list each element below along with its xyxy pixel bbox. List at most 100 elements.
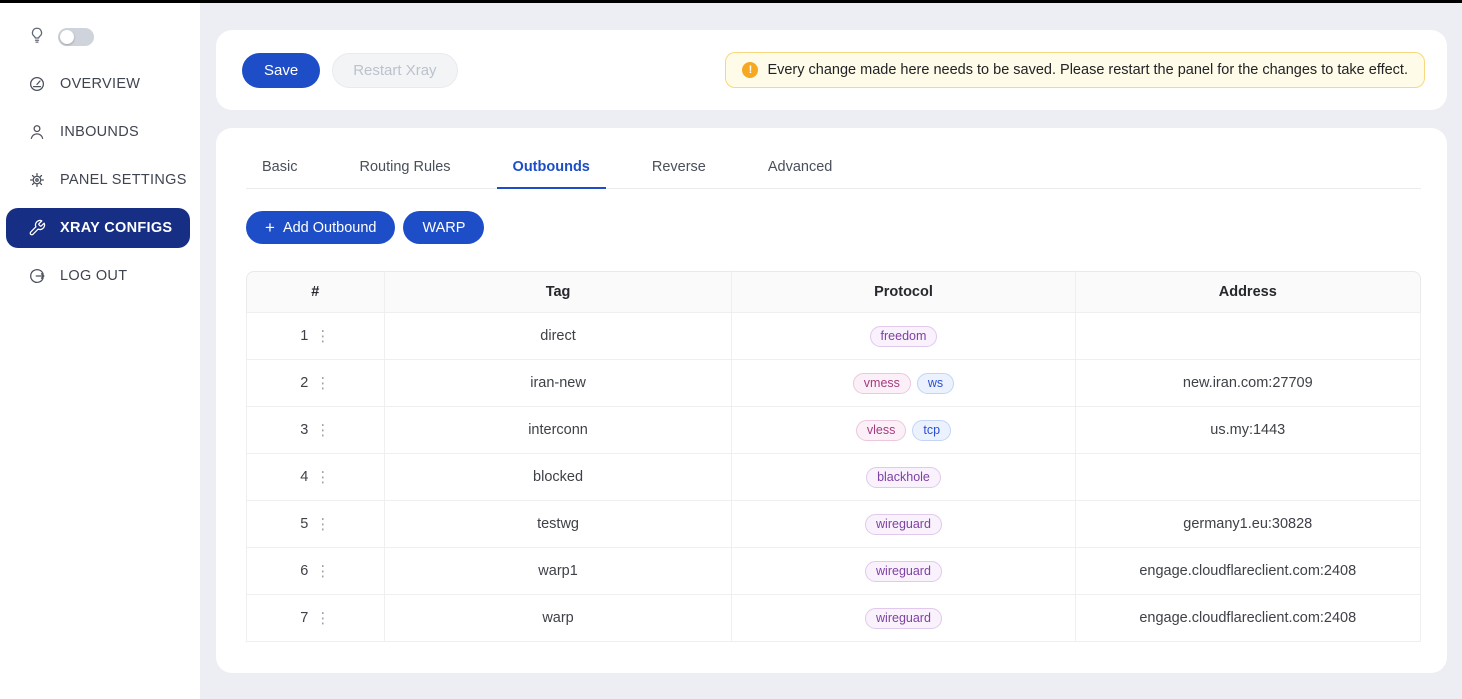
tag-cell: interconn [385,407,733,454]
warning-alert: ! Every change made here needs to be sav… [725,52,1425,88]
protocol-cell: vmessws [732,360,1075,407]
protocol-badge: wireguard [865,561,942,582]
table-row: 7⋮warpwireguardengage.cloudflareclient.c… [246,595,1421,642]
address-cell: new.iran.com:27709 [1076,360,1421,407]
sidebar-item-log-out[interactable]: LOG OUT [6,256,190,296]
row-number: 4 [300,469,308,485]
save-button[interactable]: Save [242,53,320,88]
table-row: 6⋮warp1wireguardengage.cloudflareclient.… [246,548,1421,595]
outbounds-table: #TagProtocolAddress 1⋮directfreedom2⋮ira… [246,271,1421,642]
row-number: 3 [300,422,308,438]
row-number-cell: 5⋮ [246,501,385,548]
toggle-knob [60,30,74,44]
add-outbound-label: Add Outbound [283,220,377,236]
protocol-badge: wireguard [865,608,942,629]
user-icon [28,123,46,141]
tab-basic[interactable]: Basic [246,148,313,188]
tag-cell: testwg [385,501,733,548]
plus-icon: + [265,219,275,236]
sidebar: OVERVIEW INBOUNDS PANEL SETTINGS XRAY CONFI… [0,3,200,699]
protocol-badge: freedom [870,326,938,347]
protocol-cell: wireguard [732,548,1075,595]
protocol-badge: tcp [912,420,951,441]
row-number-cell: 4⋮ [246,454,385,501]
address-cell: engage.cloudflareclient.com:2408 [1076,595,1421,642]
add-outbound-button[interactable]: + Add Outbound [246,211,395,244]
sidebar-item-xray-configs[interactable]: XRAY CONFIGS [6,208,190,248]
sidebar-item-label: OVERVIEW [60,76,140,92]
protocol-cell: blackhole [732,454,1075,501]
sidebar-item-label: XRAY CONFIGS [60,220,172,236]
tag-cell: blocked [385,454,733,501]
tab-advanced[interactable]: Advanced [752,148,849,188]
tab-routing-rules[interactable]: Routing Rules [343,148,466,188]
row-menu-icon[interactable]: ⋮ [315,564,330,579]
row-number-cell: 2⋮ [246,360,385,407]
lightbulb-icon [28,26,46,49]
tab-reverse[interactable]: Reverse [636,148,722,188]
row-menu-icon[interactable]: ⋮ [315,611,330,626]
toolbar-buttons: Save Restart Xray [242,53,458,88]
tag-cell: warp [385,595,733,642]
window-top-edge [0,0,1462,3]
table-row: 1⋮directfreedom [246,313,1421,360]
logout-icon [28,267,46,285]
tag-cell: direct [385,313,733,360]
table-row: 4⋮blockedblackhole [246,454,1421,501]
restart-xray-button[interactable]: Restart Xray [332,53,457,88]
sidebar-item-panel-settings[interactable]: PANEL SETTINGS [6,160,190,200]
outbounds-table-wrap: #TagProtocolAddress 1⋮directfreedom2⋮ira… [246,271,1421,642]
tag-cell: iran-new [385,360,733,407]
column-header-address: Address [1076,271,1421,313]
protocol-badge: blackhole [866,467,941,488]
sidebar-item-label: INBOUNDS [60,124,139,140]
table-actions: + Add Outbound WARP [246,211,1421,244]
sidebar-item-overview[interactable]: OVERVIEW [6,64,190,104]
protocol-badge: ws [917,373,954,394]
row-number-cell: 7⋮ [246,595,385,642]
sidebar-nav: OVERVIEW INBOUNDS PANEL SETTINGS XRAY CONFI… [0,64,200,296]
table-header-row: #TagProtocolAddress [246,271,1421,313]
row-menu-icon[interactable]: ⋮ [315,329,330,344]
sidebar-item-inbounds[interactable]: INBOUNDS [6,112,190,152]
main-content: Save Restart Xray ! Every change made he… [200,3,1462,699]
row-number: 2 [300,375,308,391]
protocol-cell: freedom [732,313,1075,360]
address-cell: us.my:1443 [1076,407,1421,454]
row-menu-icon[interactable]: ⋮ [315,376,330,391]
row-menu-icon[interactable]: ⋮ [315,470,330,485]
protocol-badge: vmess [853,373,911,394]
tab-bar: Basic Routing Rules Outbounds Reverse Advanc… [246,148,1421,189]
column-header-tag: Tag [385,271,733,313]
row-number-cell: 6⋮ [246,548,385,595]
row-number: 1 [300,328,308,344]
protocol-badge: wireguard [865,514,942,535]
tab-outbounds[interactable]: Outbounds [497,148,606,188]
dark-mode-toggle[interactable] [58,28,94,46]
row-menu-icon[interactable]: ⋮ [315,423,330,438]
configs-card: Basic Routing Rules Outbounds Reverse Advanc… [216,128,1447,673]
row-number-cell: 1⋮ [246,313,385,360]
wrench-icon [28,219,46,237]
protocol-cell: wireguard [732,501,1075,548]
row-number: 5 [300,516,308,532]
theme-toggle-row [0,20,200,54]
protocol-badge: vless [856,420,906,441]
row-menu-icon[interactable]: ⋮ [315,517,330,532]
warning-text: Every change made here needs to be saved… [767,62,1408,78]
toolbar-card: Save Restart Xray ! Every change made he… [216,30,1447,110]
row-number-cell: 3⋮ [246,407,385,454]
address-cell [1076,454,1421,501]
protocol-cell: wireguard [732,595,1075,642]
column-header-num: # [246,271,385,313]
address-cell: engage.cloudflareclient.com:2408 [1076,548,1421,595]
row-number: 7 [300,610,308,626]
protocol-cell: vless tcp [732,407,1075,454]
sidebar-item-label: PANEL SETTINGS [60,172,187,188]
address-cell [1076,313,1421,360]
warp-button[interactable]: WARP [403,211,484,244]
row-number: 6 [300,563,308,579]
sidebar-item-label: LOG OUT [60,268,127,284]
table-row: 5⋮testwgwireguardgermany1.eu:30828 [246,501,1421,548]
warning-icon: ! [742,62,758,78]
